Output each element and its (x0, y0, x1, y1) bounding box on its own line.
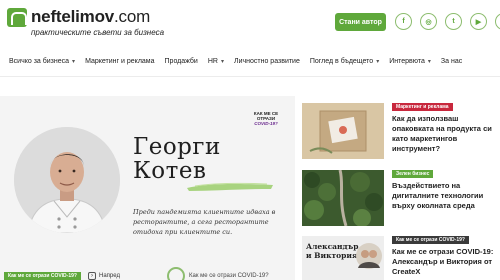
chevron-down-icon: ▾ (72, 58, 76, 65)
youtube-icon[interactable]: ▶ (470, 13, 487, 30)
nav-item-label: Поглед в бъдещето (309, 57, 374, 65)
nav-item-label: Личностно развитие (233, 57, 300, 65)
nav-item-personal-growth[interactable]: Личностно развитие (229, 58, 305, 65)
chef-portrait-illustration (14, 127, 120, 233)
logo-text: neftelimov.com практическите съвети за б… (31, 8, 165, 38)
chevron-down-icon: ▾ (220, 58, 224, 65)
logo-name: neftelimov (31, 7, 115, 26)
header-divider (0, 76, 500, 77)
article-title[interactable]: Как да използваш опаковката на продукта … (392, 114, 500, 154)
covid-series-badge: КАК МЕ СЕ ОТРАЗИ COVID-19? (251, 111, 281, 131)
thumb-name-line-2: и Виктория (306, 251, 358, 260)
site-header: neftelimov.com практическите съвети за б… (0, 0, 500, 50)
article-card-createx[interactable]: Как ме се отрази COVID-19? Как ме се отр… (392, 236, 500, 277)
next-slide-thumb[interactable] (167, 267, 185, 280)
nav-item-interviews[interactable]: Интервюта ▾ (384, 58, 436, 65)
next-label: Напред (99, 273, 120, 279)
instagram-icon[interactable]: ◎ (420, 13, 437, 30)
nav-item-about[interactable]: За нас (436, 58, 467, 65)
nav-item-label: Интервюта (389, 57, 425, 65)
article-card-digital-tech[interactable]: Зелен бизнес Въздействието на дигиталнит… (392, 170, 500, 211)
site-logo[interactable]: neftelimov.com практическите съвети за б… (7, 8, 164, 37)
logo-wordmark: neftelimov.com (31, 8, 164, 26)
article-category-tag[interactable]: Как ме се отрази COVID-19? (392, 236, 469, 244)
article-title[interactable]: Въздействието на дигиталните технологии … (392, 181, 500, 211)
logo-domain: .com (114, 7, 151, 26)
article-title[interactable]: Как ме се отрази COVID-19: Александър и … (392, 247, 500, 277)
page: neftelimov.com практическите съвети за б… (0, 0, 500, 280)
hero-category-tag[interactable]: Как ме се отрази COVID-19? (4, 272, 81, 280)
hero-next-link[interactable]: › Напред (88, 272, 120, 280)
article-category-tag[interactable]: Маркетинг и реклама (392, 103, 453, 111)
main-nav: Всичко за бизнеса ▾ Маркетинг и реклама П… (0, 50, 500, 72)
nav-item-hr[interactable]: HR ▾ (203, 58, 229, 65)
social-links: f ◎ t ▶ in (395, 13, 500, 30)
nav-item-business[interactable]: Всичко за бизнеса ▾ (0, 58, 80, 65)
hero-first-name: Георги (133, 134, 221, 160)
forest-road-image (302, 170, 384, 226)
article-category-tag[interactable]: Зелен бизнес (392, 170, 434, 178)
couple-photo (356, 243, 382, 269)
nav-item-label: HR (207, 57, 218, 65)
logo-tagline: практическите съвети за бизнеса (31, 28, 165, 37)
nav-item-future[interactable]: Поглед в бъдещето ▾ (305, 58, 384, 65)
green-brush-stroke-icon (187, 182, 273, 191)
thumb-names: Александър и Виктория (306, 242, 359, 260)
twitter-icon[interactable]: t (445, 13, 462, 30)
hero-title[interactable]: Георги Котев (133, 135, 221, 183)
article-thumb-createx[interactable]: Александър и Виктория (302, 236, 384, 280)
next-slide-teaser[interactable]: Как ме се отрази COVID-19? (189, 273, 269, 279)
nav-item-marketing[interactable]: Маркетинг и реклама (80, 58, 159, 65)
article-thumb-packaging[interactable] (302, 103, 384, 159)
nav-item-sales[interactable]: Продажби (160, 58, 203, 65)
nav-item-label: Продажби (164, 57, 198, 65)
thumb-name-line-1: Александър (306, 242, 359, 251)
chevron-down-icon: ▾ (427, 58, 431, 65)
arrow-right-icon: › (88, 272, 96, 280)
nav-item-label: Маркетинг и реклама (85, 57, 155, 65)
badge-line-3: COVID-19? (254, 121, 278, 126)
logo-mark-icon (7, 8, 27, 27)
chevron-down-icon: ▾ (376, 58, 380, 65)
packaging-image (302, 103, 384, 159)
facebook-icon[interactable]: f (395, 13, 412, 30)
linkedin-icon[interactable]: in (495, 13, 500, 30)
become-author-button[interactable]: Стани автор (335, 13, 386, 31)
article-thumb-forest[interactable] (302, 170, 384, 226)
hero-portrait-image[interactable] (14, 127, 120, 233)
hero-quote: Преди пандемията клиентите идваха в рест… (133, 208, 276, 236)
nav-item-label: Всичко за бизнеса (9, 57, 70, 65)
nav-item-label: За нас (440, 57, 463, 65)
article-card-packaging[interactable]: Маркетинг и реклама Как да използваш опа… (392, 103, 500, 154)
